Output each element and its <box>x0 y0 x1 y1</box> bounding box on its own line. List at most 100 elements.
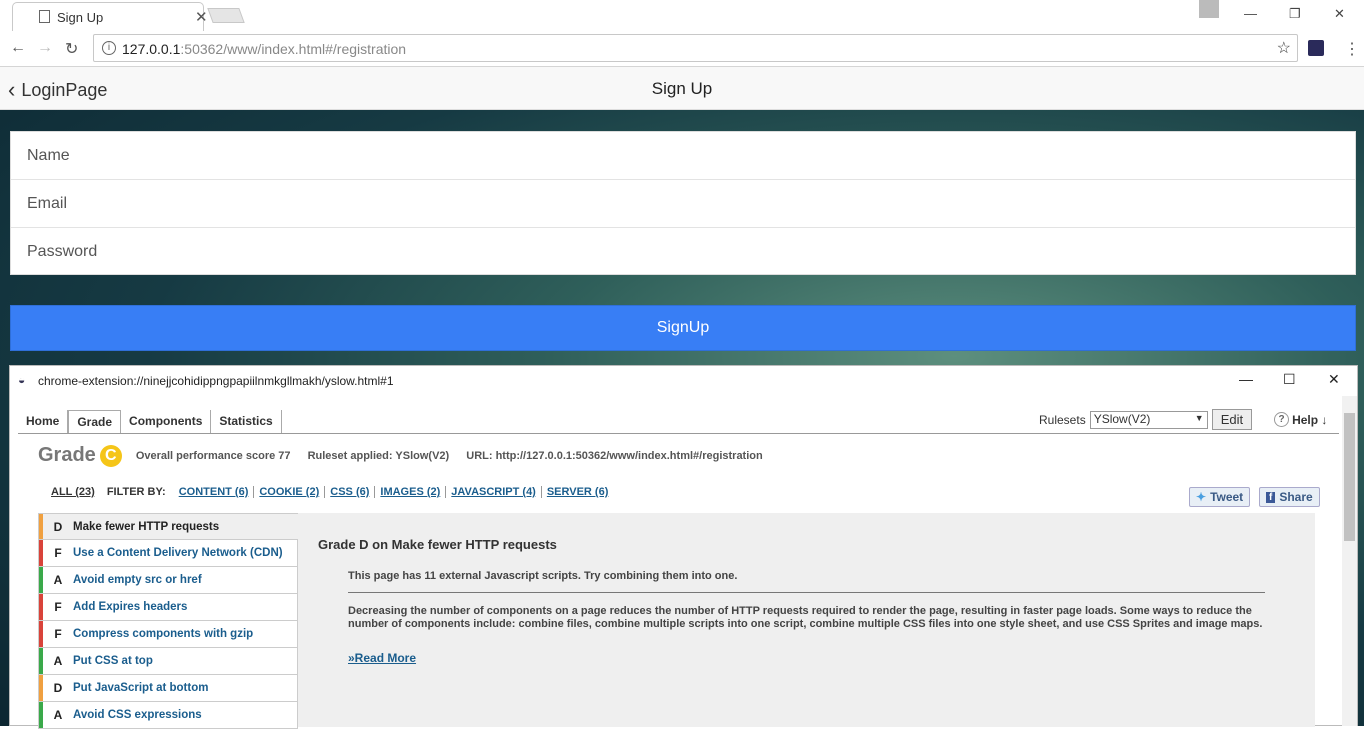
ruleset-select[interactable]: YSlow(V2) ▼ <box>1089 410 1208 429</box>
filter-images[interactable]: IMAGES (2) <box>374 486 445 498</box>
bookmark-star-icon[interactable]: ☆ <box>1277 38 1291 58</box>
signup-form: Name Email Password <box>10 131 1356 275</box>
password-field[interactable]: Password <box>11 228 1355 276</box>
rule-name: Avoid CSS expressions <box>73 709 202 721</box>
rule-grade: A <box>53 654 63 668</box>
help-button[interactable]: ? Help ↓ <box>1274 412 1327 427</box>
detail-description: Decreasing the number of components on a… <box>348 605 1263 630</box>
rule-item[interactable]: F Add Expires headers <box>38 594 298 621</box>
password-placeholder: Password <box>27 243 98 260</box>
address-bar[interactable]: i 127.0.0.1:50362/www/index.html#/regist… <box>93 34 1298 62</box>
extension-icon[interactable] <box>1308 40 1324 56</box>
edit-button[interactable]: Edit <box>1211 409 1253 430</box>
browser-tabstrip: Sign Up ✕ — ❐ ✕ <box>0 0 1364 31</box>
close-tab-icon[interactable]: ✕ <box>195 8 208 26</box>
url-text: 127.0.0.1:50362/www/index.html#/registra… <box>122 41 406 57</box>
browser-tab[interactable]: Sign Up ✕ <box>12 2 208 31</box>
tab-components[interactable]: Components <box>121 410 212 434</box>
menu-icon[interactable]: ⋮ <box>1344 39 1360 59</box>
name-field[interactable]: Name <box>11 132 1355 180</box>
ruleset-select-value: YSlow(V2) <box>1093 411 1151 426</box>
rule-grade: A <box>53 708 63 722</box>
tab-statistics[interactable]: Statistics <box>211 410 282 434</box>
grade-meta: Overall performance score 77 Ruleset app… <box>136 450 777 462</box>
close-window-icon[interactable]: ✕ <box>1328 371 1340 388</box>
yslow-logo-icon: ◒ <box>18 373 26 387</box>
filter-server[interactable]: SERVER (6) <box>540 486 614 498</box>
scrollbar[interactable] <box>1342 396 1357 726</box>
restore-icon[interactable]: ❐ <box>1289 6 1301 22</box>
filter-css[interactable]: CSS (6) <box>324 486 374 498</box>
reload-icon[interactable]: ↻ <box>65 39 78 59</box>
filter-by-label: FILTER BY: <box>106 486 166 498</box>
filter-bar: ALL (23) FILTER BY: CONTENT (6) COOKIE (… <box>51 486 613 498</box>
rule-item[interactable]: D Put JavaScript at bottom <box>38 675 298 702</box>
rule-name: Add Expires headers <box>73 601 188 613</box>
filter-all[interactable]: ALL (23) <box>51 486 95 498</box>
grade-badge: C <box>99 444 122 467</box>
app-header: ‹ LoginPage Sign Up <box>0 67 1364 110</box>
rules-list: D Make fewer HTTP requests F Use a Content … <box>38 513 298 729</box>
nav-divider <box>18 433 1339 434</box>
close-window-icon[interactable]: ✕ <box>1334 6 1345 22</box>
yslow-window-title: chrome-extension://ninejjcohidippngpapii… <box>38 374 394 388</box>
name-placeholder: Name <box>27 146 70 164</box>
detail-finding: This page has 11 external Javascript scr… <box>348 570 1265 593</box>
rule-grade: D <box>53 681 63 695</box>
email-field[interactable]: Email <box>11 180 1355 228</box>
rule-item[interactable]: F Use a Content Delivery Network (CDN) <box>38 540 298 567</box>
dropdown-arrow-icon: ▼ <box>1194 412 1204 423</box>
tab-home[interactable]: Home <box>18 410 69 434</box>
rule-name: Put CSS at top <box>73 655 153 667</box>
minimize-icon[interactable]: — <box>1244 6 1257 21</box>
maximize-icon[interactable]: ☐ <box>1283 371 1296 388</box>
scrollbar-thumb[interactable] <box>1344 413 1355 541</box>
url-host: 127.0.0.1 <box>122 41 181 57</box>
rule-item[interactable]: A Avoid CSS expressions <box>38 702 298 729</box>
signup-button[interactable]: SignUp <box>10 305 1356 351</box>
facebook-icon: f <box>1266 491 1276 503</box>
tab-title: Sign Up <box>57 10 104 25</box>
rule-grade: F <box>54 627 62 641</box>
rule-name: Use a Content Delivery Network (CDN) <box>73 547 283 559</box>
grade-summary: Grade C Overall performance score 77 Rul… <box>38 444 777 467</box>
new-tab-button[interactable] <box>207 8 245 23</box>
rule-name: Avoid empty src or href <box>73 574 202 586</box>
info-icon[interactable]: i <box>102 41 116 55</box>
rulesets-label: Rulesets <box>1039 412 1086 427</box>
help-label: Help ↓ <box>1292 412 1328 427</box>
rule-name: Make fewer HTTP requests <box>73 520 220 533</box>
rule-item[interactable]: F Compress components with gzip <box>38 621 298 648</box>
user-profile-icon[interactable] <box>1199 0 1219 18</box>
rule-grade: D <box>53 519 63 534</box>
share-button[interactable]: f Share <box>1259 487 1320 507</box>
rule-item[interactable]: A Put CSS at top <box>38 648 298 675</box>
filter-javascript[interactable]: JAVASCRIPT (4) <box>445 486 541 498</box>
tweet-label: Tweet <box>1210 490 1244 504</box>
tweet-button[interactable]: ✦ Tweet <box>1189 487 1251 507</box>
tab-grade[interactable]: Grade <box>68 410 122 434</box>
rule-item[interactable]: A Avoid empty src or href <box>38 567 298 594</box>
rule-detail-panel: Grade D on Make fewer HTTP requests This… <box>298 513 1315 727</box>
filter-content[interactable]: CONTENT (6) <box>179 486 254 498</box>
back-icon[interactable]: ← <box>10 39 26 57</box>
help-icon: ? <box>1274 412 1290 427</box>
grade-label: Grade <box>38 444 96 466</box>
filter-cookie[interactable]: COOKIE (2) <box>253 486 324 498</box>
yslow-titlebar: ◒ chrome-extension://ninejjcohidippngpap… <box>10 366 1357 396</box>
ruleset-controls: Rulesets YSlow(V2) ▼ Edit ? Help ↓ <box>1039 409 1327 430</box>
rule-item[interactable]: D Make fewer HTTP requests <box>38 513 298 540</box>
url-path: :50362/www/index.html#/registration <box>180 41 407 57</box>
email-placeholder: Email <box>27 194 68 212</box>
detail-heading: Grade D on Make fewer HTTP requests <box>318 537 557 552</box>
minimize-icon[interactable]: — <box>1239 371 1253 387</box>
rule-name: Put JavaScript at bottom <box>73 682 209 694</box>
overall-score: Overall performance score 77 <box>135 449 291 462</box>
forward-icon[interactable]: → <box>37 39 53 57</box>
rule-grade: F <box>54 546 62 560</box>
rule-name: Compress components with gzip <box>73 628 254 640</box>
twitter-icon: ✦ <box>1196 490 1207 504</box>
page-icon <box>39 10 50 23</box>
page-title: Sign Up <box>651 79 713 98</box>
read-more-link[interactable]: »Read More <box>348 651 1295 665</box>
